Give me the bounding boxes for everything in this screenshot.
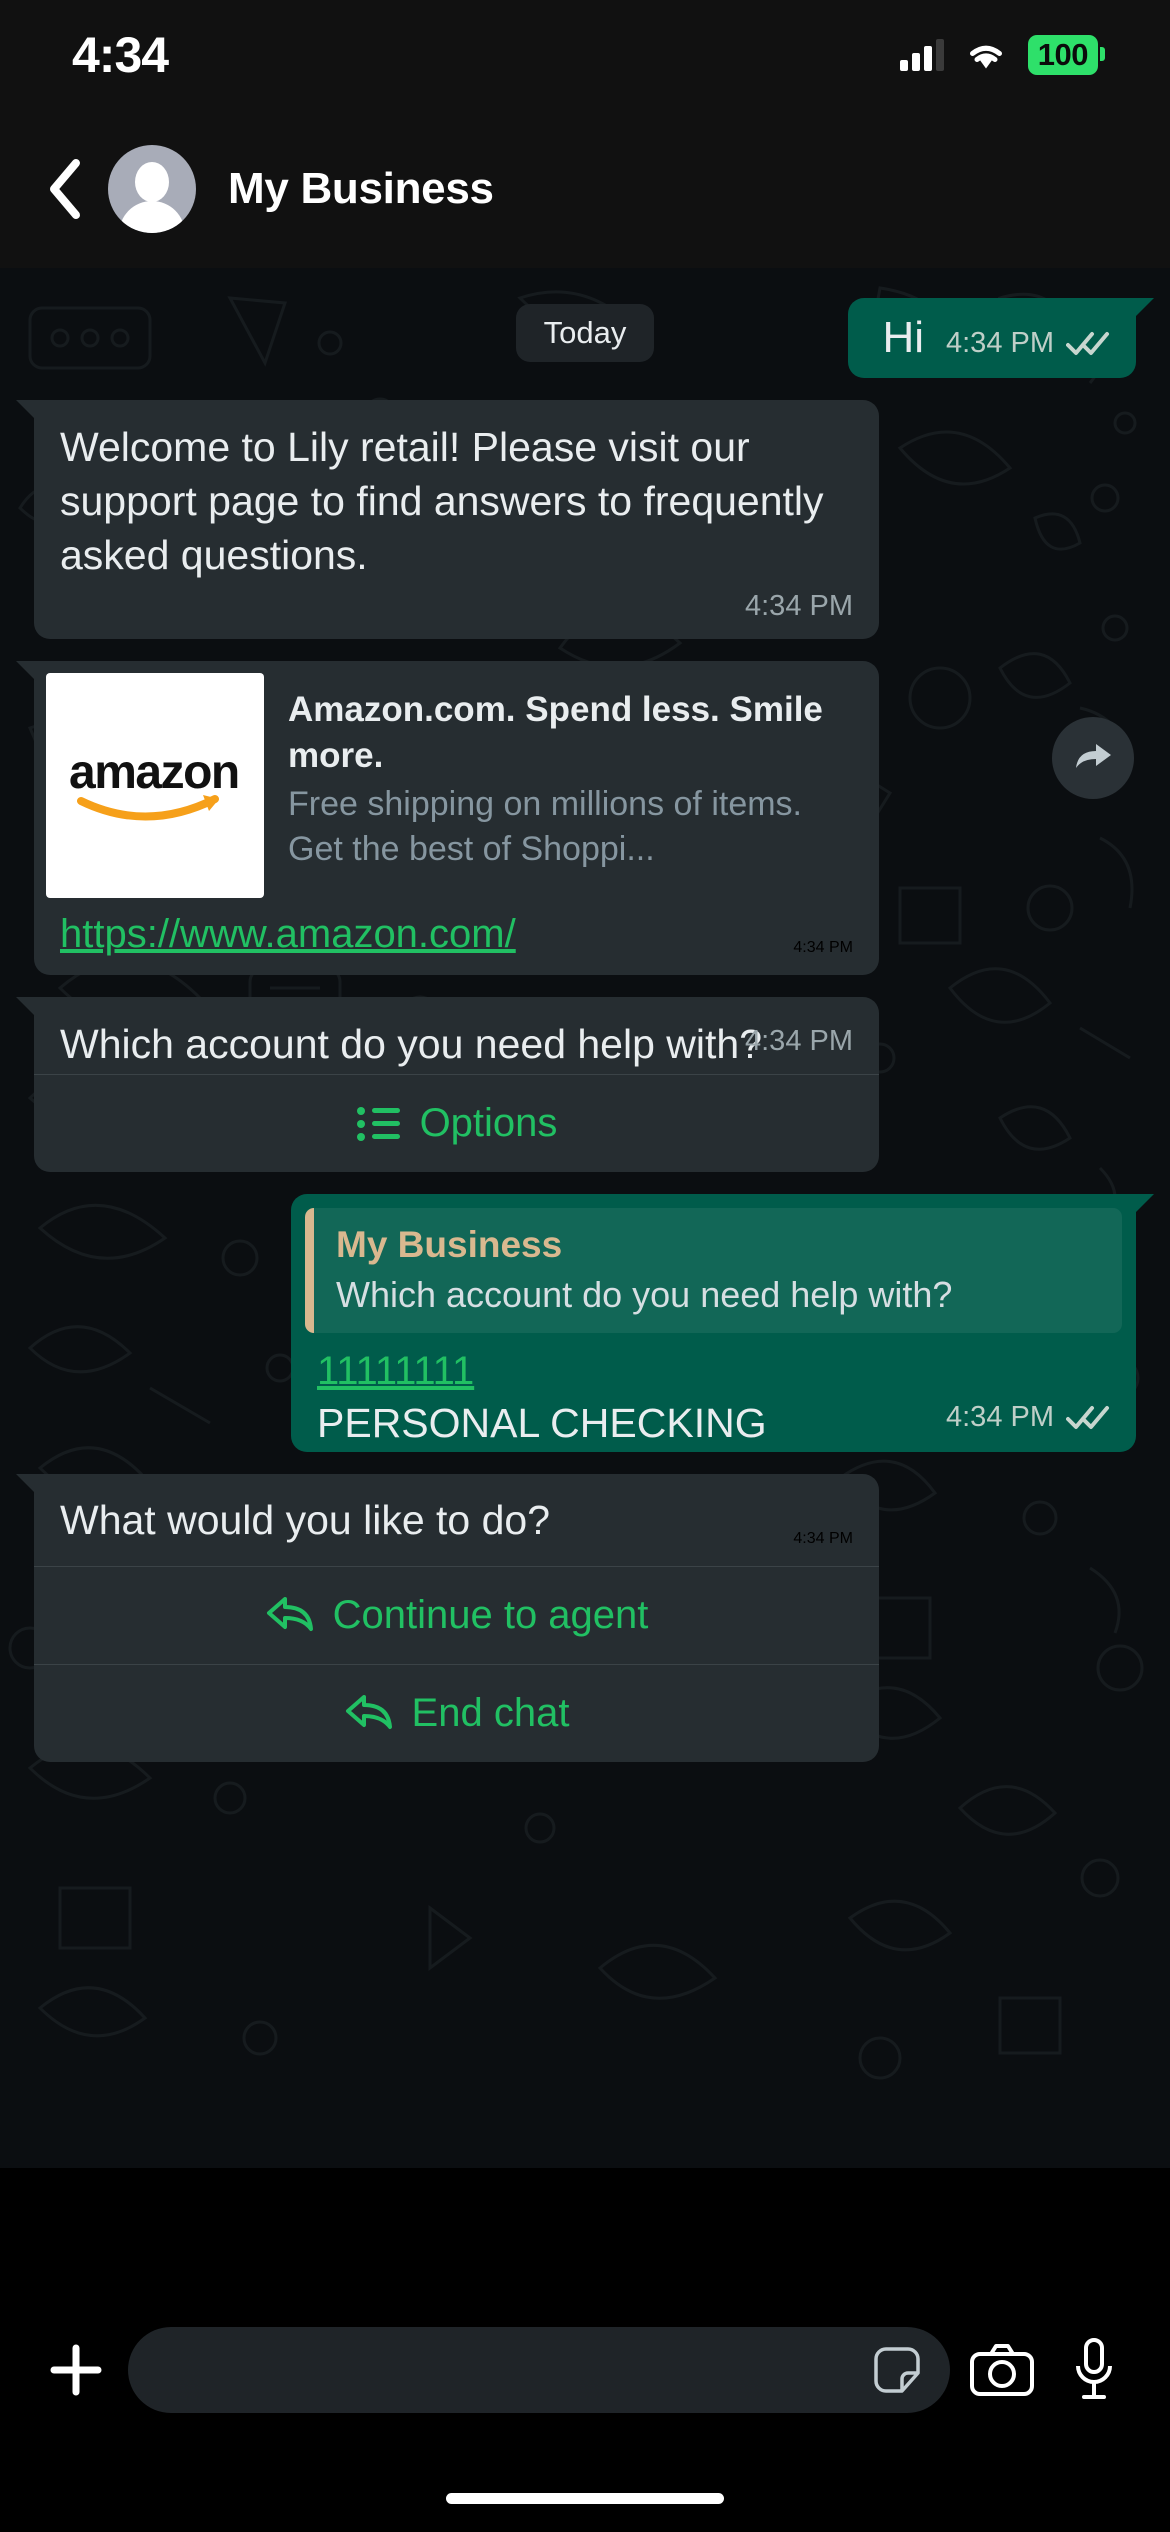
double-check-icon [1066, 1405, 1110, 1431]
message-row-what-to-do: What would you like to do? 4:34 PM Conti… [0, 1474, 1170, 1762]
message-bubble-reply-account[interactable]: My Business Which account do you need he… [291, 1194, 1154, 1453]
amazon-logo: amazon [46, 673, 264, 899]
account-number-link[interactable]: 11111111 [317, 1349, 474, 1393]
camera-icon [970, 2344, 1034, 2396]
quoted-message[interactable]: My Business Which account do you need he… [305, 1208, 1122, 1334]
message-time: 4:34 PM [793, 1529, 853, 1547]
date-divider: Today [515, 304, 655, 362]
chat-header: My Business [0, 110, 1170, 268]
message-text: Welcome to Lily retail! Please visit our… [60, 424, 835, 579]
forward-button[interactable] [1052, 717, 1134, 800]
message-row-incoming: Welcome to Lily retail! Please visit our… [0, 400, 1170, 640]
options-button-label: Options [419, 1101, 558, 1146]
message-input-field[interactable] [128, 2327, 950, 2413]
quoted-message-text: Which account do you need help with? [336, 1274, 953, 1316]
wifi-icon [969, 45, 1002, 69]
message-time: 4:34 PM [745, 1025, 853, 1058]
message-text: What would you like to do? [60, 1497, 550, 1544]
amazon-swoosh-icon [77, 794, 219, 821]
attach-button[interactable] [30, 2324, 122, 2416]
continue-to-agent-button[interactable]: Continue to agent [34, 1567, 879, 1664]
status-indicators: 100 [899, 34, 1106, 76]
microphone-button[interactable] [1048, 2324, 1140, 2416]
microphone-icon [1076, 2338, 1112, 2399]
message-bubble-welcome[interactable]: Welcome to Lily retail! Please visit our… [16, 400, 879, 640]
link-preview[interactable]: amazon Amazon.com. Spend less. Smile mor… [34, 661, 879, 899]
link-line: https://www.amazon.com/ 4:34 PM [34, 898, 879, 975]
camera-button[interactable] [956, 2324, 1048, 2416]
message-bubble-link-preview[interactable]: amazon Amazon.com. Spend less. Smile mor… [16, 661, 879, 976]
avatar[interactable] [108, 145, 196, 233]
whatsapp-chat-screen: 4:34 100 My Business Today Hi 4:34 PM We… [0, 0, 1170, 2532]
message-bubble-what-to-do[interactable]: What would you like to do? 4:34 PM Conti… [16, 1474, 879, 1762]
avatar-head [135, 162, 169, 202]
avatar-body [119, 201, 185, 233]
forward-arrow-icon [1076, 744, 1111, 769]
options-button[interactable]: Options [34, 1075, 879, 1172]
double-check-icon [1066, 331, 1110, 357]
reply-arrow-icon [266, 1597, 313, 1632]
home-indicator [446, 2493, 724, 2504]
message-bubble-hi[interactable]: Hi 4:34 PM [848, 298, 1154, 378]
status-bar: 4:34 100 [0, 0, 1170, 110]
message-row-reply-account: My Business Which account do you need he… [0, 1194, 1170, 1453]
message-text: Hi [882, 313, 924, 362]
status-time: 4:34 [72, 27, 169, 83]
message-time: 4:34 PM [793, 939, 853, 957]
message-link[interactable]: https://www.amazon.com/ [60, 912, 516, 957]
message-input-bar [0, 2300, 1170, 2440]
sticker-icon [874, 2347, 920, 2393]
message-row-which-account: Which account do you need help with? 4:3… [0, 997, 1170, 1173]
back-button[interactable] [34, 149, 98, 229]
end-chat-button[interactable]: End chat [34, 1665, 879, 1762]
message-row-link-preview: amazon Amazon.com. Spend less. Smile mor… [0, 661, 1170, 976]
back-chevron-icon [50, 159, 80, 219]
message-bubble-which-account[interactable]: Which account do you need help with? 4:3… [16, 997, 879, 1173]
message-meta: 4:34 PM [34, 590, 879, 639]
message-time: 4:34 PM [946, 327, 1054, 359]
message-time: 4:34 PM [745, 590, 853, 623]
chat-area: Today Hi 4:34 PM Welcome to Lily retail!… [0, 268, 1170, 2168]
continue-to-agent-label: Continue to agent [332, 1592, 649, 1637]
list-icon [356, 1106, 400, 1141]
link-preview-text: Amazon.com. Spend less. Smile more. Free… [264, 673, 867, 898]
end-chat-label: End chat [411, 1690, 570, 1735]
amazon-logo-text: amazon [69, 745, 240, 799]
cellular-bars-icon [899, 38, 944, 71]
message-time: 4:34 PM [946, 1401, 1054, 1434]
link-preview-description: Free shipping on millions of items. Get … [288, 785, 803, 868]
page-title[interactable]: My Business [228, 164, 494, 214]
plus-icon [50, 2344, 102, 2396]
link-preview-title: Amazon.com. Spend less. Smile more. [288, 690, 823, 775]
battery-indicator: 100 [1027, 34, 1106, 76]
quoted-sender-name: My Business [336, 1224, 563, 1266]
reply-arrow-icon [345, 1695, 392, 1730]
sticker-button[interactable] [866, 2339, 928, 2401]
